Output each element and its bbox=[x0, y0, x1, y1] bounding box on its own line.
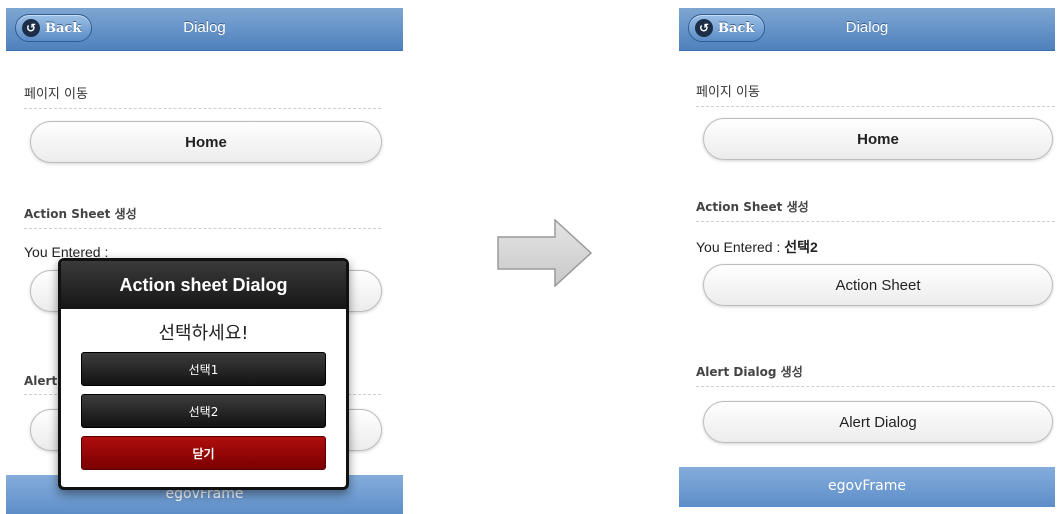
option-2-button[interactable]: 선택2 bbox=[81, 394, 326, 428]
alert-dialog-label: Alert Dialog 생성 bbox=[696, 363, 1055, 387]
transition-arrow-icon bbox=[497, 219, 593, 287]
action-sheet-dialog: Action sheet Dialog 선택하세요! 선택1 선택2 닫기 bbox=[58, 258, 349, 490]
back-label: Back bbox=[45, 20, 82, 36]
home-button[interactable]: Home bbox=[30, 121, 382, 163]
home-button[interactable]: Home bbox=[703, 118, 1053, 160]
close-button[interactable]: 닫기 bbox=[81, 436, 326, 470]
dialog-title: Action sheet Dialog bbox=[61, 261, 346, 309]
entered-text: You Entered : 선택2 bbox=[696, 237, 818, 257]
page-nav-label: 페이지 이동 bbox=[24, 83, 381, 109]
page-nav-label: 페이지 이동 bbox=[696, 81, 1055, 107]
back-button[interactable]: ↺ Back bbox=[688, 14, 766, 42]
action-sheet-button[interactable]: Action Sheet bbox=[703, 264, 1053, 306]
screen-before: Dialog ↺ Back 페이지 이동 Home Action Sheet 생… bbox=[6, 8, 403, 514]
action-sheet-label: Action Sheet 생성 bbox=[24, 205, 381, 229]
action-sheet-label: Action Sheet 생성 bbox=[696, 198, 1055, 222]
header-bar: Dialog ↺ Back bbox=[679, 8, 1055, 51]
back-arrow-icon: ↺ bbox=[695, 19, 713, 37]
option-1-button[interactable]: 선택1 bbox=[81, 352, 326, 386]
back-arrow-icon: ↺ bbox=[22, 19, 40, 37]
header-bar: Dialog ↺ Back bbox=[6, 8, 403, 51]
footer-bar: egovFrame bbox=[679, 467, 1055, 507]
entered-value: 선택2 bbox=[784, 239, 818, 255]
entered-prefix: You Entered : bbox=[696, 239, 781, 255]
back-label: Back bbox=[718, 20, 755, 36]
alert-dialog-button[interactable]: Alert Dialog bbox=[703, 401, 1053, 443]
dialog-prompt: 선택하세요! bbox=[158, 323, 249, 344]
back-button[interactable]: ↺ Back bbox=[15, 14, 93, 42]
screen-after: Dialog ↺ Back 페이지 이동 Home Action Sheet 생… bbox=[679, 8, 1055, 514]
